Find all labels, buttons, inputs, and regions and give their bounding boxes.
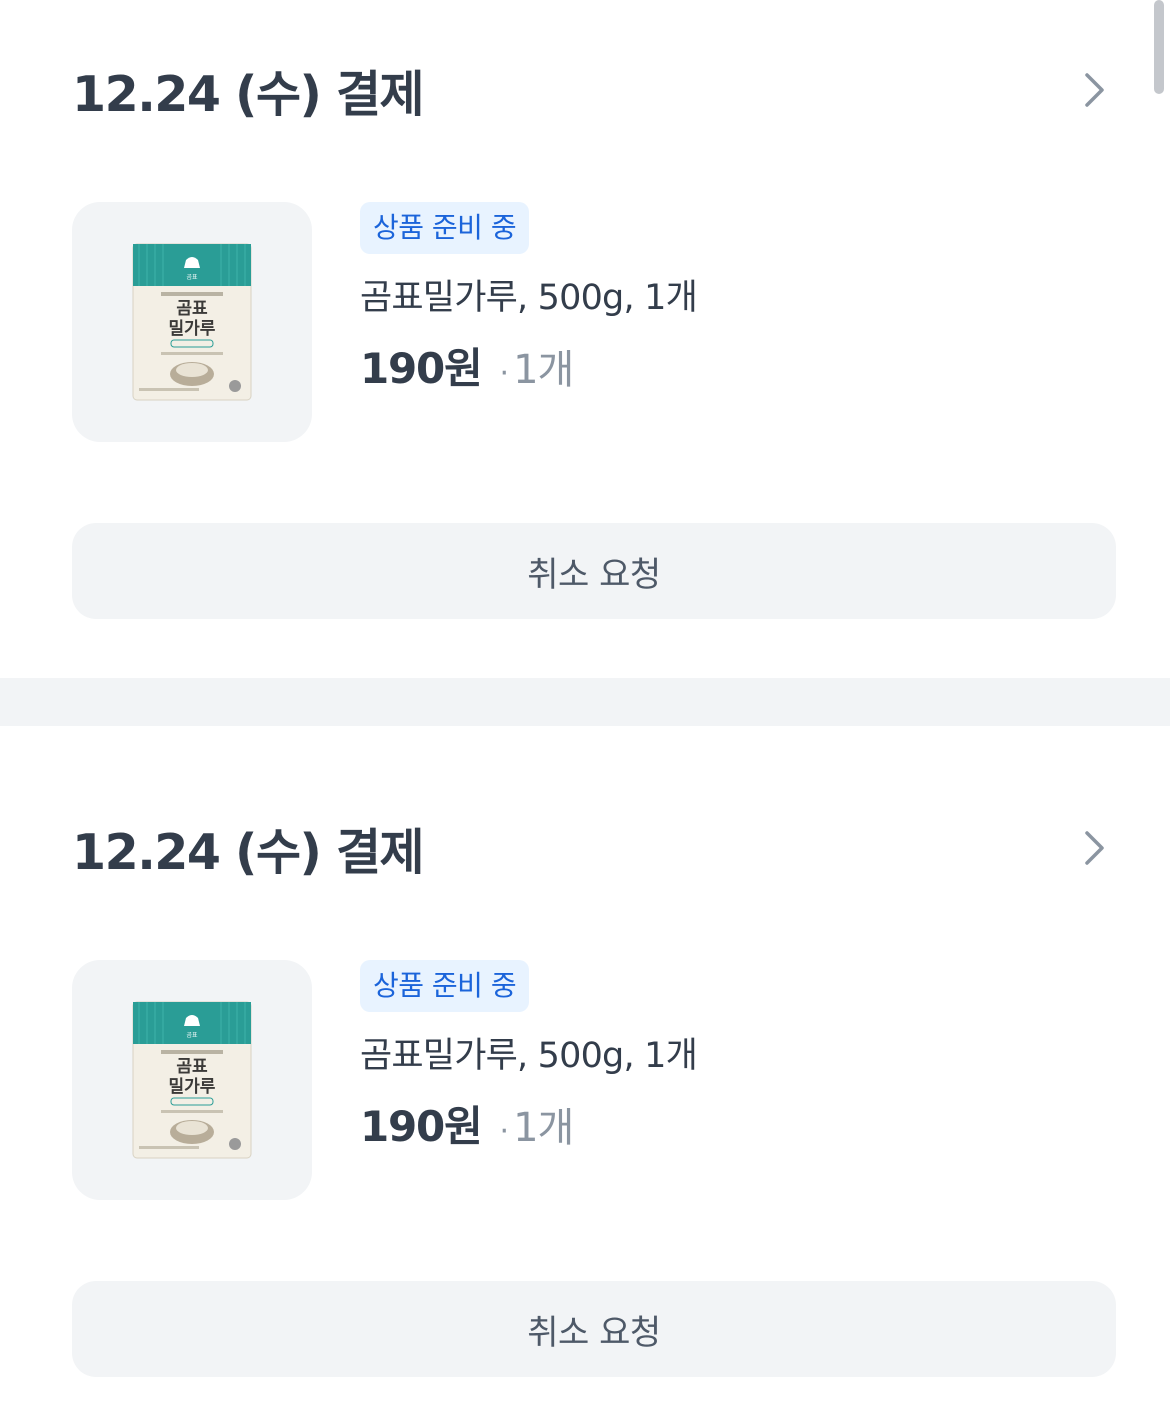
- product-name: 곰표밀가루, 500g, 1개: [360, 1036, 698, 1076]
- quantity-separator: ·: [499, 356, 510, 391]
- product-thumbnail: 곰표 곰표 밀가루: [72, 960, 312, 1200]
- order-product[interactable]: 곰표 곰표 밀가루 상품 준비 중 곰표밀가루, 500g, 1개 190원 ·…: [72, 202, 698, 442]
- price-row: 190원 · 1개: [360, 1102, 574, 1157]
- cancel-request-button[interactable]: 취소 요청: [72, 523, 1116, 619]
- svg-text:밀가루: 밀가루: [169, 318, 216, 339]
- flour-package-image: 곰표 곰표 밀가루: [132, 243, 252, 401]
- status-badge: 상품 준비 중: [360, 960, 530, 1012]
- price-row: 190원 · 1개: [360, 344, 574, 399]
- order-product[interactable]: 곰표 곰표 밀가루 상품 준비 중 곰표밀가루, 500g, 1개 190원 ·…: [72, 960, 698, 1200]
- cancel-request-button[interactable]: 취소 요청: [72, 1281, 1116, 1377]
- order-card: 12.24 (수) 결제 곰표 곰표 밀가루 상품 준비 중 곰표밀가루, 50…: [0, 726, 1170, 1415]
- scrollbar[interactable]: [1154, 0, 1164, 94]
- svg-text:밀가루: 밀가루: [169, 1076, 216, 1097]
- quantity-separator: ·: [499, 1114, 510, 1149]
- chevron-right-icon[interactable]: [1075, 70, 1115, 110]
- product-price: 190원: [360, 1102, 483, 1151]
- product-info: 상품 준비 중 곰표밀가루, 500g, 1개 190원 · 1개: [360, 202, 698, 442]
- product-name: 곰표밀가루, 500g, 1개: [360, 278, 698, 318]
- svg-text:곰표: 곰표: [176, 299, 208, 319]
- status-badge: 상품 준비 중: [360, 202, 530, 254]
- section-divider: [0, 678, 1170, 726]
- chevron-right-icon[interactable]: [1075, 828, 1115, 868]
- svg-text:곰표: 곰표: [176, 1057, 208, 1077]
- product-thumbnail: 곰표 곰표 밀가루: [72, 202, 312, 442]
- product-info: 상품 준비 중 곰표밀가루, 500g, 1개 190원 · 1개: [360, 960, 698, 1200]
- order-title: 12.24 (수) 결제: [72, 65, 425, 123]
- product-quantity: 1개: [513, 1105, 574, 1151]
- svg-text:곰표: 곰표: [186, 1032, 198, 1039]
- order-card: 12.24 (수) 결제 곰표 곰표 밀가루 상품 준비 중 곰표밀가루, 50…: [0, 0, 1170, 678]
- product-quantity: 1개: [513, 347, 574, 393]
- order-header[interactable]: 12.24 (수) 결제: [72, 808, 1115, 888]
- svg-text:곰표: 곰표: [186, 274, 198, 281]
- product-price: 190원: [360, 344, 483, 393]
- order-header[interactable]: 12.24 (수) 결제: [72, 50, 1115, 130]
- order-title: 12.24 (수) 결제: [72, 823, 425, 881]
- flour-package-image: 곰표 곰표 밀가루: [132, 1001, 252, 1159]
